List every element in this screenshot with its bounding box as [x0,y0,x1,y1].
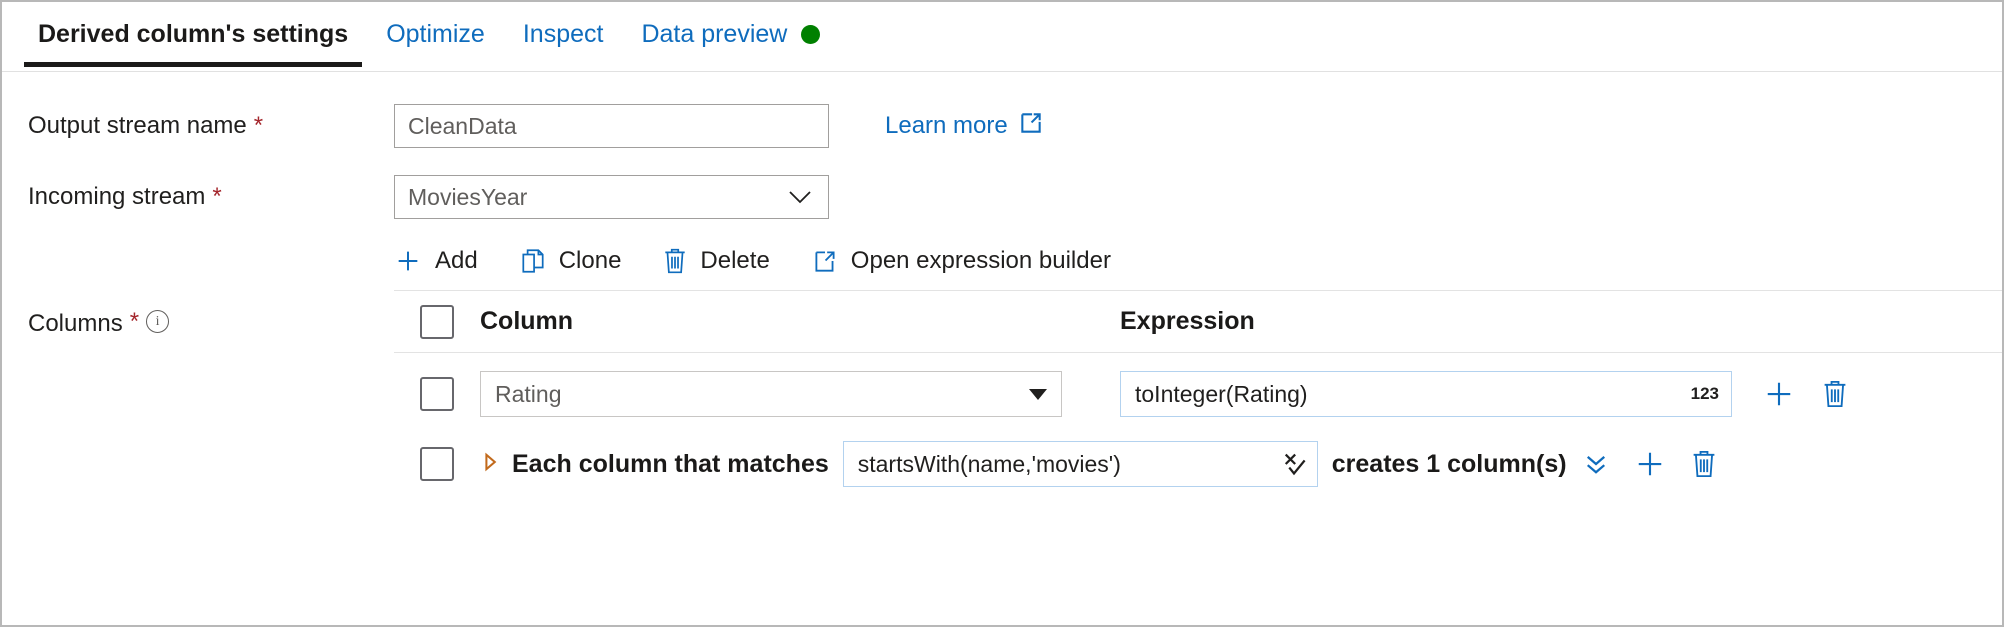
copy-icon [520,247,546,275]
output-stream-label-text: Output stream name [28,112,247,140]
incoming-stream-row: Incoming stream * MoviesYear [2,162,2002,232]
tab-label: Derived column's settings [38,20,348,48]
double-chevron-down-icon[interactable] [1583,451,1609,477]
add-row-icon[interactable] [1635,449,1665,479]
columns-table: Column Expression Rating [394,290,2002,495]
pattern-prefix-label: Each column that matches [512,450,829,479]
chevron-down-icon [785,187,815,207]
columns-toolbar: Add Clone [394,232,2002,290]
column-name-select[interactable]: Rating [480,371,1062,417]
open-builder-label: Open expression builder [851,247,1111,275]
tab-label: Inspect [523,20,604,48]
add-button[interactable]: Add [394,247,478,275]
select-all-cell [394,305,480,339]
learn-more-link[interactable]: Learn more [885,110,1044,143]
expand-triangle-icon[interactable] [480,450,500,478]
table-header-row: Column Expression [394,291,2002,353]
columns-label-text: Columns [28,310,123,338]
add-label: Add [435,247,478,275]
delete-row-icon[interactable] [1691,449,1717,479]
header-expression: Expression [1120,307,1255,336]
derived-column-settings-panel: Derived column's settings Optimize Inspe… [0,0,2004,627]
trash-icon [663,247,687,275]
open-expression-builder-button[interactable]: Open expression builder [812,247,1111,275]
settings-body: Output stream name * CleanData Learn mor… [2,90,2002,495]
clone-button[interactable]: Clone [520,247,622,275]
status-dot-icon [801,25,820,44]
incoming-stream-label: Incoming stream * [2,183,394,211]
delete-label: Delete [700,247,769,275]
select-all-checkbox[interactable] [420,305,454,339]
required-marker: * [212,185,221,209]
incoming-stream-select[interactable]: MoviesYear [394,175,829,219]
row-select-cell [394,447,480,481]
tab-inspect[interactable]: Inspect [509,2,618,67]
expression-input[interactable]: toInteger(Rating) 123 [1120,371,1732,417]
clone-label: Clone [559,247,622,275]
tab-optimize[interactable]: Optimize [372,2,499,67]
info-glyph: i [156,315,160,329]
row-select-cell [394,377,480,411]
tab-bar: Derived column's settings Optimize Inspe… [2,2,2002,72]
pattern-suffix-label: creates 1 column(s) [1332,450,1567,479]
pattern-expression-value: startsWith(name,'movies') [858,451,1121,478]
column-pattern-cell: Each column that matches startsWith(name… [480,441,1717,487]
row-actions [1764,379,1848,409]
column-name-value: Rating [495,381,561,408]
tab-label: Optimize [386,20,485,48]
caret-down-icon [1029,389,1047,400]
expression-validate-icon[interactable] [1281,451,1307,477]
columns-label: Columns * i [2,232,394,372]
output-stream-row: Output stream name * CleanData Learn mor… [2,90,2002,162]
plus-icon [394,247,422,275]
add-row-icon[interactable] [1764,379,1794,409]
required-marker: * [254,114,263,138]
expression-cell: toInteger(Rating) 123 [1120,371,1848,417]
tab-label: Data preview [641,19,787,49]
pattern-expression-input[interactable]: startsWith(name,'movies') [843,441,1318,487]
row-checkbox[interactable] [420,447,454,481]
delete-row-icon[interactable] [1822,379,1848,409]
incoming-stream-value: MoviesYear [408,184,527,211]
required-marker: * [130,310,139,334]
output-stream-label: Output stream name * [2,112,394,140]
column-select-cell: Rating [480,371,1120,417]
columns-editor: Add Clone [394,232,2002,495]
output-stream-value: CleanData [408,113,517,140]
incoming-stream-label-text: Incoming stream [28,183,205,211]
external-link-icon [812,247,838,275]
delete-button[interactable]: Delete [663,247,769,275]
info-icon[interactable]: i [146,310,169,333]
type-badge: 123 [1681,384,1719,404]
tab-data-preview[interactable]: Data preview [627,2,834,67]
table-row: Each column that matches startsWith(name… [394,433,2002,495]
expression-value: toInteger(Rating) [1135,381,1308,408]
external-link-icon [1018,110,1044,143]
output-stream-input[interactable]: CleanData [394,104,829,148]
row-checkbox[interactable] [420,377,454,411]
header-column: Column [480,307,1120,336]
table-row: Rating toInteger(Rating) 123 [394,363,2002,425]
learn-more-label: Learn more [885,112,1008,140]
columns-section: Columns * i Add [2,232,2002,495]
tab-derived-column-settings[interactable]: Derived column's settings [24,2,362,67]
